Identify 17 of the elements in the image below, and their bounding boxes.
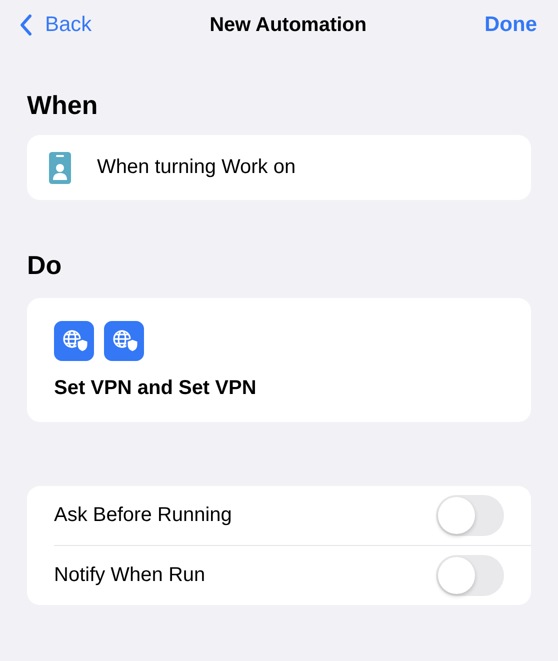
actions-card[interactable]: Set VPN and Set VPN (27, 298, 531, 422)
id-badge-icon (49, 152, 71, 184)
toggle-switch[interactable] (436, 555, 504, 596)
trigger-card[interactable]: When turning Work on (27, 135, 531, 200)
option-label: Ask Before Running (54, 504, 232, 527)
toggle-switch[interactable] (436, 495, 504, 536)
done-button[interactable]: Done (484, 13, 543, 37)
chevron-left-icon (19, 13, 33, 37)
section-heading: Do (27, 250, 63, 281)
globe-shield-icon (54, 321, 94, 361)
section-heading: When (27, 90, 99, 121)
globe-shield-icon (104, 321, 144, 361)
option-label: Notify When Run (54, 564, 206, 587)
trigger-label: When turning Work on (97, 156, 296, 179)
actions-summary: Set VPN and Set VPN (54, 377, 258, 400)
screen-title: New Automation (210, 14, 367, 36)
back-button[interactable]: Back (15, 13, 92, 37)
